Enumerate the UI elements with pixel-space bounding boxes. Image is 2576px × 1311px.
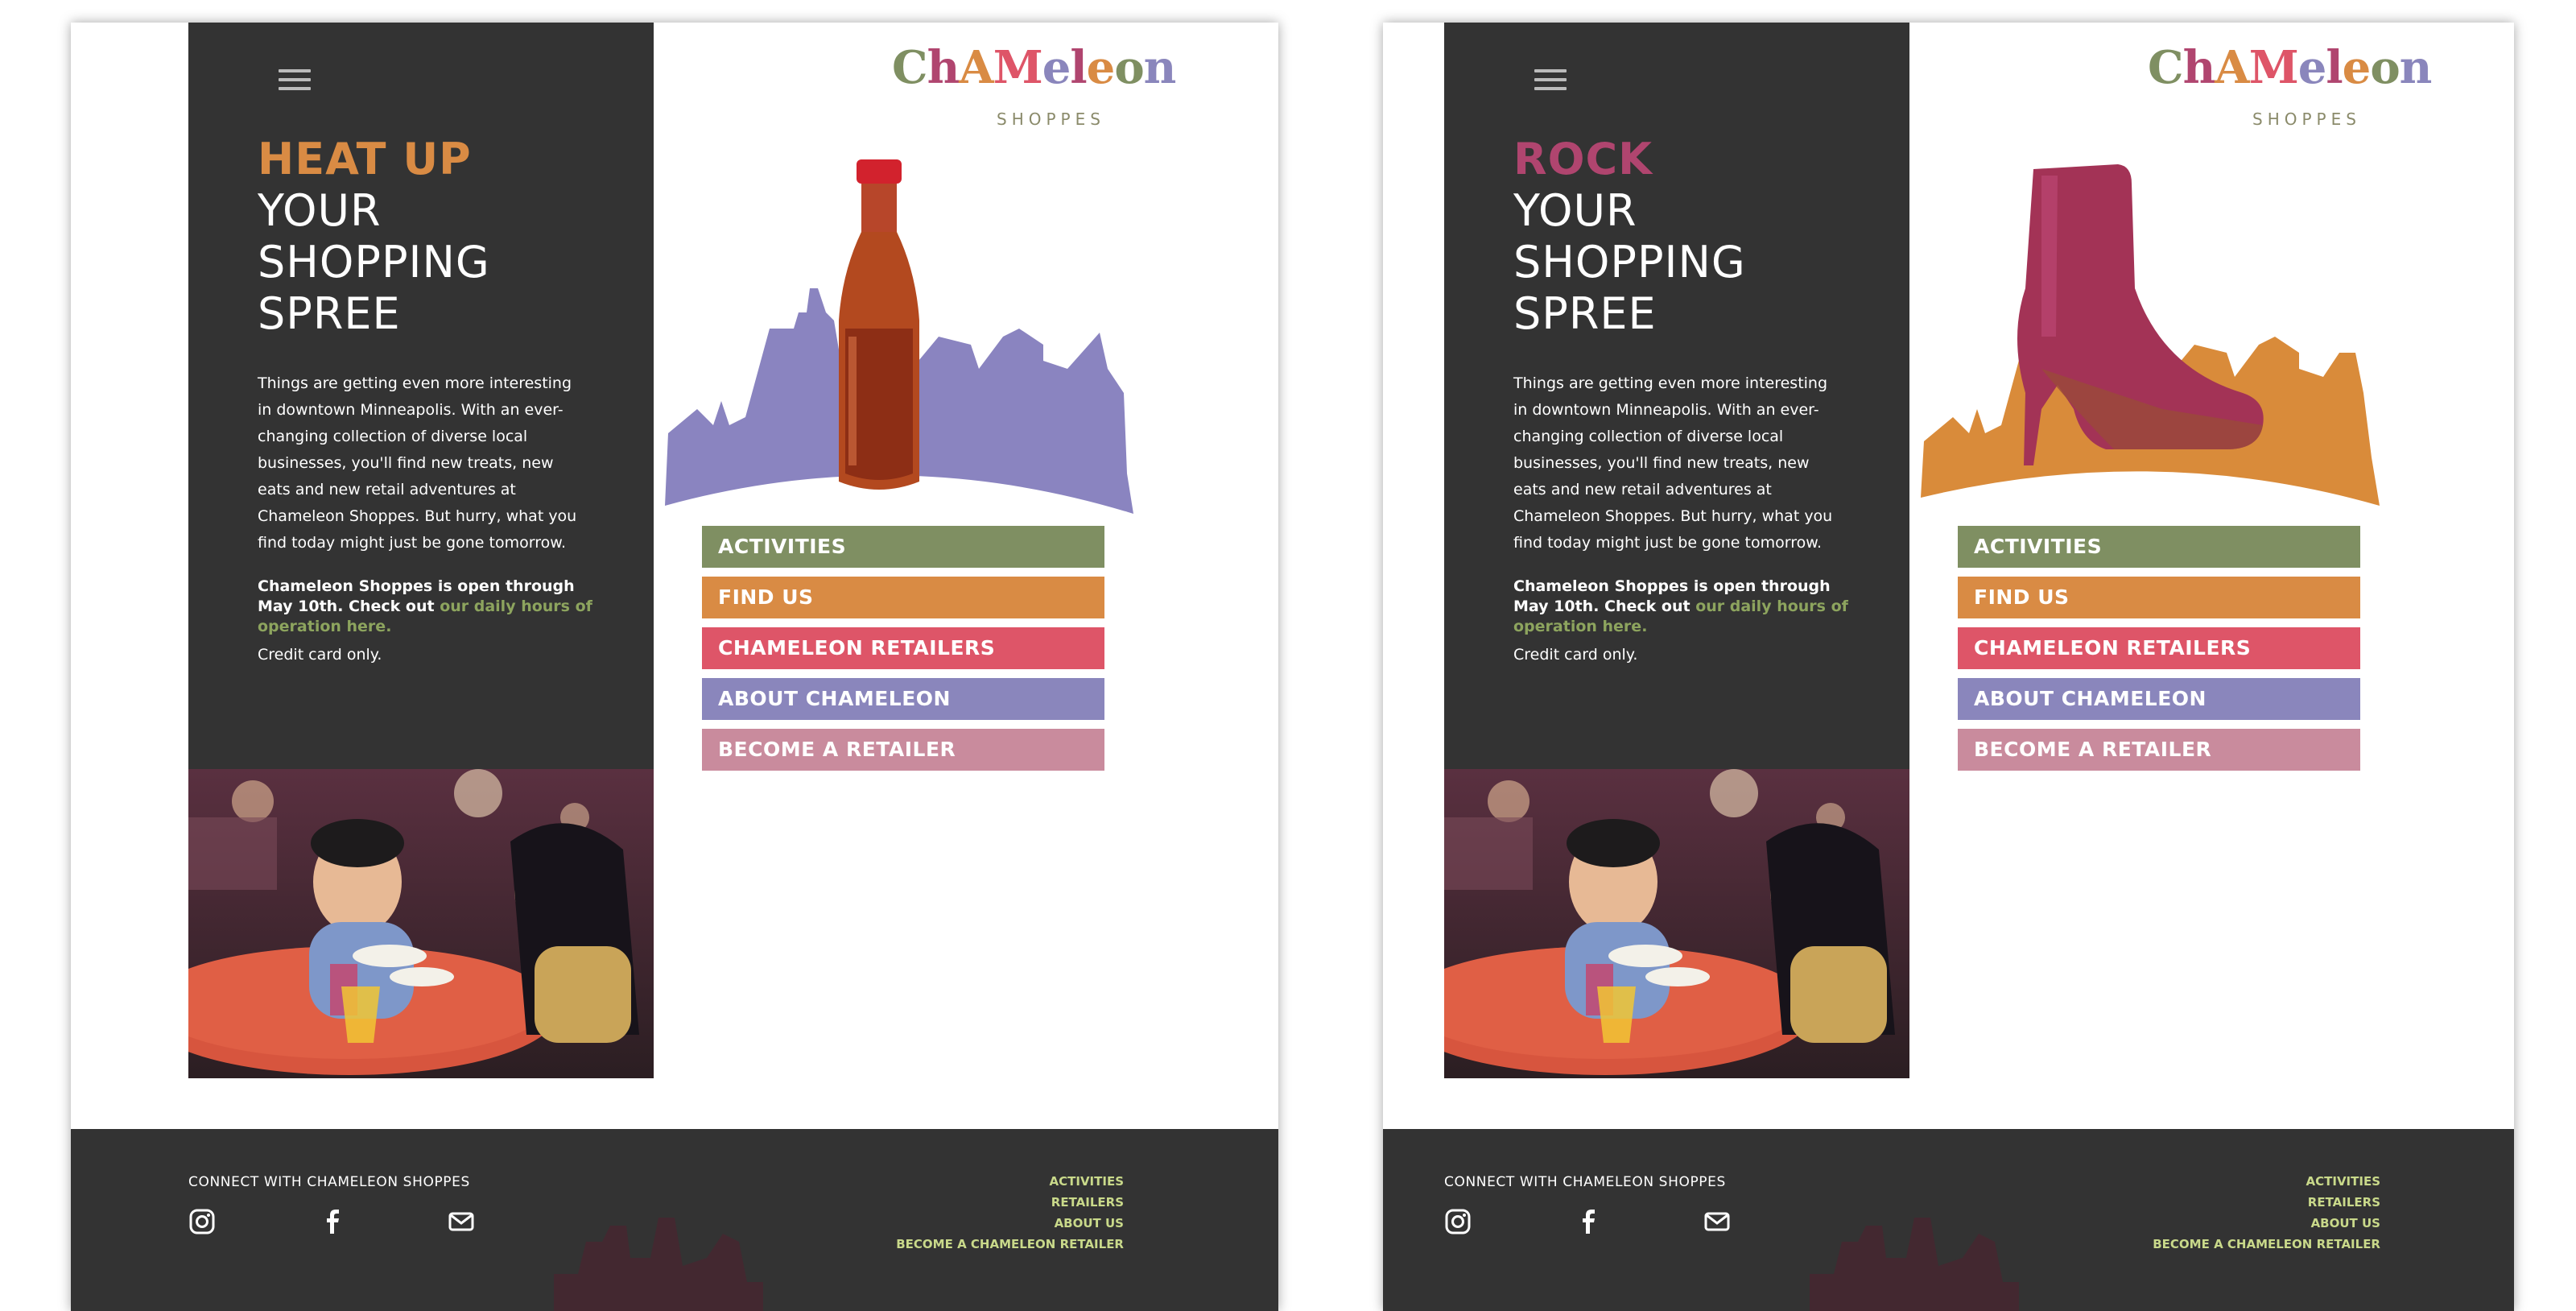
mail-icon[interactable] <box>448 1208 475 1235</box>
facebook-icon[interactable] <box>319 1208 346 1235</box>
logo-wordmark: ChAMeleon <box>892 41 1176 94</box>
site-footer: CONNECT WITH CHAMELEON SHOPPES ACTIVITIE… <box>71 1129 1278 1311</box>
logo-letter: e <box>2342 41 2372 94</box>
nav-find-us[interactable]: FIND US <box>1958 577 2360 618</box>
footer-link-become-retailer[interactable]: BECOME A CHAMELEON RETAILER <box>2058 1234 2380 1255</box>
footer-link-about-us[interactable]: ABOUT US <box>802 1213 1124 1234</box>
nav-activities[interactable]: ACTIVITIES <box>1958 526 2360 568</box>
footer-link-activities[interactable]: ACTIVITIES <box>2058 1171 2380 1192</box>
ankle-boot-icon <box>1921 164 2380 506</box>
footer-connect-title: CONNECT WITH CHAMELEON SHOPPES <box>1444 1174 1726 1190</box>
headline: HEAT UP YOUR SHOPPING SPREE <box>258 134 636 340</box>
photo-illustration <box>188 769 654 1078</box>
instagram-icon[interactable] <box>188 1208 216 1235</box>
logo-letter: h <box>927 41 960 94</box>
headline: ROCK YOUR SHOPPING SPREE <box>1513 134 1892 340</box>
hamburger-icon[interactable] <box>1534 69 1567 93</box>
nav-chameleon-retailers[interactable]: CHAMELEON RETAILERS <box>1958 627 2360 669</box>
logo-subtitle: SHOPPES <box>2252 110 2361 129</box>
logo-letter: C <box>892 41 928 94</box>
headline-line: SHOPPING <box>1513 237 1746 287</box>
nav-about-chameleon[interactable]: ABOUT CHAMELEON <box>702 678 1104 720</box>
hours-paragraph: Chameleon Shoppes is open through May 10… <box>258 577 596 637</box>
main-navigation: ACTIVITIES FIND US CHAMELEON RETAILERS A… <box>1958 526 2360 780</box>
footer-link-become-retailer[interactable]: BECOME A CHAMELEON RETAILER <box>802 1234 1124 1255</box>
couple-dining-photo <box>1444 769 1909 1078</box>
footer-link-retailers[interactable]: RETAILERS <box>802 1192 1124 1213</box>
chameleon-logo[interactable]: ChAMeleon SHOPPES <box>892 41 1176 129</box>
headline-line: YOUR <box>1513 185 1637 236</box>
logo-letter: n <box>1143 41 1177 94</box>
intro-paragraph: Things are getting even more interesting… <box>258 374 577 552</box>
nav-find-us[interactable]: FIND US <box>702 577 1104 618</box>
headline-accent: HEAT UP <box>258 134 472 184</box>
footer-connect-title: CONNECT WITH CHAMELEON SHOPPES <box>188 1174 470 1190</box>
payment-note: Credit card only. <box>258 646 382 664</box>
mail-icon[interactable] <box>1703 1208 1731 1235</box>
nav-become-a-retailer[interactable]: BECOME A RETAILER <box>1958 729 2360 771</box>
logo-letter: A <box>959 41 993 94</box>
footer-link-about-us[interactable]: ABOUT US <box>2058 1213 2380 1234</box>
site-footer: CONNECT WITH CHAMELEON SHOPPES ACTIVITIE… <box>1383 1129 2514 1311</box>
hamburger-icon[interactable] <box>279 69 311 93</box>
logo-letter: h <box>2182 41 2216 94</box>
logo-letter: o <box>2370 41 2400 94</box>
couple-dining-photo <box>188 769 654 1078</box>
page-mockup-heat-up: HEAT UP YOUR SHOPPING SPREE Things are g… <box>71 23 1278 1311</box>
logo-letter: o <box>1114 41 1144 94</box>
logo-letter: l <box>2326 41 2343 94</box>
payment-note: Credit card only. <box>1513 646 1638 664</box>
photo-illustration <box>1444 769 1909 1078</box>
logo-letter: e <box>2297 41 2327 94</box>
hero-skyline-hot-sauce <box>665 127 1133 530</box>
intro-paragraph: Things are getting even more interesting… <box>1513 374 1833 552</box>
logo-wordmark: ChAMeleon <box>2148 41 2432 94</box>
footer-link-activities[interactable]: ACTIVITIES <box>802 1171 1124 1192</box>
headline-line: SHOPPING <box>258 237 490 287</box>
headline-accent: ROCK <box>1513 134 1653 184</box>
logo-letter: C <box>2148 41 2184 94</box>
logo-letter: M <box>2248 41 2299 94</box>
intro-panel: ROCK YOUR SHOPPING SPREE Things are gett… <box>1444 23 1909 769</box>
headline-line: SPREE <box>1513 288 1657 339</box>
headline-line: YOUR <box>258 185 382 236</box>
logo-letter: l <box>1070 41 1087 94</box>
hot-sauce-bottle-icon <box>665 159 1133 514</box>
screenshot-canvas: HEAT UP YOUR SHOPPING SPREE Things are g… <box>0 0 2576 1311</box>
nav-about-chameleon[interactable]: ABOUT CHAMELEON <box>1958 678 2360 720</box>
intro-panel: HEAT UP YOUR SHOPPING SPREE Things are g… <box>188 23 654 769</box>
nav-chameleon-retailers[interactable]: CHAMELEON RETAILERS <box>702 627 1104 669</box>
logo-letter: n <box>2399 41 2433 94</box>
footer-link-retailers[interactable]: RETAILERS <box>2058 1192 2380 1213</box>
facebook-icon[interactable] <box>1575 1208 1602 1235</box>
hours-paragraph: Chameleon Shoppes is open through May 10… <box>1513 577 1852 637</box>
headline-line: SPREE <box>258 288 401 339</box>
logo-subtitle: SHOPPES <box>997 110 1105 129</box>
nav-become-a-retailer[interactable]: BECOME A RETAILER <box>702 729 1104 771</box>
logo-letter: M <box>993 41 1043 94</box>
logo-letter: e <box>1086 41 1116 94</box>
chameleon-logo[interactable]: ChAMeleon SHOPPES <box>2148 41 2432 129</box>
instagram-icon[interactable] <box>1444 1208 1472 1235</box>
logo-letter: e <box>1042 41 1071 94</box>
hero-skyline-boot <box>1921 127 2389 530</box>
footer-links: ACTIVITIES RETAILERS ABOUT US BECOME A C… <box>2058 1171 2380 1255</box>
skyline-silhouette-icon <box>554 1218 763 1311</box>
page-mockup-rock: ROCK YOUR SHOPPING SPREE Things are gett… <box>1383 23 2514 1311</box>
nav-activities[interactable]: ACTIVITIES <box>702 526 1104 568</box>
skyline-silhouette-icon <box>1810 1218 2019 1311</box>
footer-links: ACTIVITIES RETAILERS ABOUT US BECOME A C… <box>802 1171 1124 1255</box>
main-navigation: ACTIVITIES FIND US CHAMELEON RETAILERS A… <box>702 526 1104 780</box>
logo-letter: A <box>2215 41 2249 94</box>
